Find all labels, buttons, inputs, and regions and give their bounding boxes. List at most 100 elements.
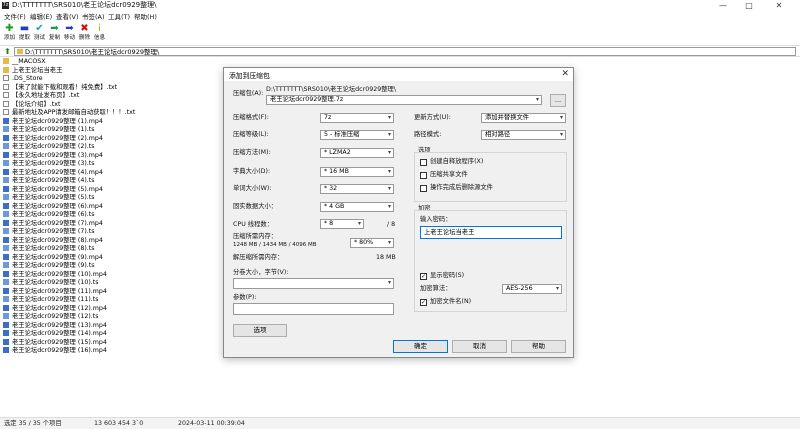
video-file-icon [3,245,9,251]
shared-files-checkbox[interactable] [420,172,427,179]
menu-view[interactable]: 查看(V) [56,12,79,22]
format-select[interactable]: 7z ▾ [320,113,394,123]
file-name: 老王论坛dcr0929整理 (3).ts [12,160,95,167]
file-row[interactable]: 老王论坛dcr0929整理 (7).mp4 [3,219,103,228]
minus-icon: ▬ [19,23,30,34]
level-select[interactable]: 5 - 标准压缩 ▾ [320,130,394,140]
chevron-down-icon: ▾ [357,220,361,227]
file-row[interactable]: 老王论坛dcr0929整理 (3).ts [3,160,95,168]
file-row[interactable]: 老王论坛dcr0929整理 (2).ts [3,143,95,151]
up-arrow-icon[interactable]: ⬆ [3,47,12,56]
copy-arrow-icon: ➡ [50,23,59,34]
video-file-icon [3,321,9,328]
split-volume-select[interactable]: ▾ [233,278,394,289]
file-row[interactable]: 老王论坛dcr0929整理 (4).mp4 [3,168,103,177]
file-row[interactable]: 老王论坛dcr0929整理 (6).mp4 [3,202,103,211]
file-row[interactable]: 老王论坛dcr0929整理 (2).mp4 [3,134,103,143]
method-select[interactable]: * LZMA2 ▾ [320,148,394,158]
file-row[interactable]: 老王论坛dcr0929整理 (11).ts [3,296,99,304]
file-row[interactable]: 老王论坛dcr0929整理 (12).ts [3,313,99,321]
menu-help[interactable]: 帮助(H) [134,12,157,22]
encryption-method-select[interactable]: AES-256 ▾ [502,284,562,294]
file-row[interactable]: 老王论坛dcr0929整理 (14).mp4 [3,330,107,338]
sfx-checkbox[interactable] [420,159,427,166]
file-row[interactable]: .DS_Store [3,75,43,83]
status-bar: 选定 35 / 35 个项目 13 603 454 3`0 2024-03-11… [0,417,800,429]
archive-name-input[interactable]: 老王论坛dcr0929整理.7z ▾ [266,95,542,105]
delete-after-checkbox[interactable] [420,185,427,192]
word-size-select[interactable]: * 32 ▾ [320,184,394,194]
password-input[interactable]: 上老王论坛当老王 [420,226,562,239]
file-row[interactable]: 【永久地址发布页】.txt [3,92,79,100]
file-row[interactable]: 老王论坛dcr0929整理 (5).ts [3,194,95,202]
path-mode-select[interactable]: 相对路径 ▾ [481,130,566,140]
file-row[interactable]: 老王论坛dcr0929整理 (12).mp4 [3,304,107,313]
file-row[interactable]: 老王论坛dcr0929整理 (4).ts [3,177,95,185]
file-row[interactable]: 老王论坛dcr0929整理 (7).ts [3,228,95,236]
file-name: 老王论坛dcr0929整理 (7).ts [12,228,95,235]
file-row[interactable]: 老王论坛dcr0929整理 (1).ts [3,126,95,134]
file-name: 老王论坛dcr0929整理 (9).mp4 [12,253,103,261]
file-row[interactable]: 老王论坛dcr0929整理 (6).ts [3,211,95,219]
toolbar-button-info[interactable]: i 信息 [91,23,108,43]
menu-edit[interactable]: 编辑(E) [30,12,52,22]
show-password-checkbox[interactable]: ✓ [420,273,427,280]
file-name: 上老王论坛当老王 [12,66,63,74]
delete-after-label: 操作完成后删除源文件 [430,184,493,191]
file-row[interactable]: 老王论坛dcr0929整理 (15).mp4 [3,338,107,347]
cpu-threads-select[interactable]: * 8 ▾ [320,219,364,229]
maximize-button[interactable]: □ [738,0,760,11]
file-row[interactable]: 老王论坛dcr0929整理 (16).mp4 [3,347,107,355]
parameters-input[interactable] [233,303,394,315]
update-mode-select[interactable]: 添加并替换文件 ▾ [481,113,566,123]
file-row[interactable]: 【来了就能下载和观看！纯免费】.txt [3,83,117,92]
options-button[interactable]: 选项 [233,324,287,337]
video-file-icon [3,253,9,260]
minimize-button[interactable]: — [712,0,734,11]
dialog-close-icon[interactable]: ✕ [561,68,569,81]
window-title: D:\TTTTTTT\SRS010\老王论坛dcr0929整理\ [12,1,157,9]
file-row[interactable]: 最新地址及APP请发邮箱自动获取！！！.txt [3,109,135,117]
address-input[interactable]: D:\TTTTTTT\SRS010\老王论坛dcr0929整理\ [14,47,796,56]
dialog-title-bar: 添加到压缩包 ✕ [224,68,573,81]
video-file-icon [3,296,9,302]
file-name: 老王论坛dcr0929整理 (11).mp4 [12,287,107,295]
close-button[interactable]: ✕ [768,0,790,11]
solid-size-select[interactable]: * 4 GB ▾ [320,202,394,212]
archive-label: 压缩包(A): [233,90,264,97]
file-name: 老王论坛dcr0929整理 (4).mp4 [12,168,103,176]
file-row[interactable]: 老王论坛dcr0929整理 (8).mp4 [3,236,103,245]
file-row[interactable]: 老王论坛dcr0929整理 (9).ts [3,262,95,270]
video-file-icon [3,143,9,149]
file-row[interactable]: 老王论坛dcr0929整理 (8).ts [3,245,95,253]
file-row[interactable]: 【论坛介绍】.txt [3,100,60,109]
update-mode-label: 更新方式(U): [414,114,451,121]
menu-file[interactable]: 文件(F) [4,12,26,22]
file-row[interactable]: __MACOSX [3,58,46,66]
file-row[interactable]: 老王论坛dcr0929整理 (5).mp4 [3,185,103,194]
encrypt-names-checkbox[interactable]: ✓ [420,299,427,306]
file-row[interactable]: 老王论坛dcr0929整理 (9).mp4 [3,253,103,262]
file-row[interactable]: 老王论坛dcr0929整理 (3).mp4 [3,151,103,160]
file-name: 老王论坛dcr0929整理 (2).mp4 [12,134,103,142]
file-row[interactable]: 老王论坛dcr0929整理 (13).mp4 [3,321,107,330]
dictionary-select[interactable]: * 16 MB ▾ [320,167,394,177]
video-file-icon [3,177,9,183]
menu-tools[interactable]: 工具(T) [108,12,130,22]
file-row[interactable]: 老王论坛dcr0929整理 (1).mp4 [3,117,103,126]
chevron-down-icon: ▾ [555,285,559,292]
help-button[interactable]: 帮助 [511,340,566,353]
file-row[interactable]: 上老王论坛当老王 [3,66,63,75]
file-row[interactable]: 老王论坛dcr0929整理 (10).ts [3,279,99,287]
folder-icon [17,49,23,54]
file-row[interactable]: 老王论坛dcr0929整理 (10).mp4 [3,270,107,279]
document-icon [3,100,9,107]
file-name: 老王论坛dcr0929整理 (6).ts [12,211,95,218]
menu-bookmarks[interactable]: 书签(A) [82,12,105,22]
ok-button[interactable]: 确定 [393,340,448,353]
file-row[interactable]: 老王论坛dcr0929整理 (11).mp4 [3,287,107,296]
file-name: __MACOSX [12,58,46,65]
cancel-button[interactable]: 取消 [452,340,507,353]
memory-select[interactable]: * 80% ▾ [350,238,394,248]
browse-button[interactable]: ... [550,94,566,107]
